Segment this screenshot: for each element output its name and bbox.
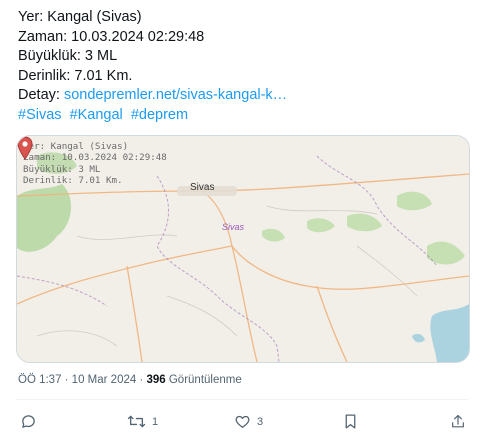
share-icon (452, 414, 464, 428)
post-line-detail: Detay: sondepremler.net/sivas-kangal-k… (18, 86, 468, 106)
overlay-location: Yer: Kangal (Sivas) (23, 141, 129, 152)
overlay-time: Zaman: 10.03.2024 02:29:48 (23, 152, 167, 164)
overlay-magnitude: Büyüklük: 3 ML (23, 163, 101, 175)
bookmark-button[interactable] (343, 413, 358, 430)
detail-label: Detay: (18, 87, 64, 103)
map-image-card[interactable]: Yer: Kangal (Sivas) Zaman: 10.03.2024 02… (16, 135, 470, 363)
post-line-magnitude: Büyüklük: 3 ML (18, 48, 118, 64)
detail-link[interactable]: sondepremler.net/sivas-kangal-k… (64, 87, 287, 103)
reply-icon (22, 415, 35, 428)
retweet-count: 1 (152, 415, 159, 428)
post-meta: ÖÖ 1:37 · 10 Mar 2024 · 396 Görüntülenme (18, 374, 242, 386)
bookmark-icon (345, 414, 356, 429)
like-count: 3 (257, 415, 264, 428)
map-city-label: Sivas (190, 182, 215, 193)
like-button[interactable]: 3 (234, 413, 263, 430)
post-line-depth: Derinlik: 7.01 Km. (18, 67, 133, 84)
post-text: Yer: Kangal (Sivas) Zaman: 10.03.2024 02… (18, 8, 468, 125)
hashtag-kangal[interactable]: #Kangal (70, 107, 123, 123)
views-count: 396 (146, 374, 166, 386)
action-divider (16, 399, 468, 400)
location-pin-icon (17, 136, 33, 160)
map-overlay-text: Yer: Kangal (Sivas) Zaman: 10.03.2024 02… (23, 141, 167, 187)
hashtag-sivas[interactable]: #Sivas (18, 107, 62, 123)
post-timestamp[interactable]: ÖÖ 1:37 · 10 Mar 2024 · (18, 374, 146, 386)
map-region-label: Sivas (222, 222, 245, 232)
reply-button[interactable] (20, 413, 37, 430)
hashtags: #Sivas #Kangal #deprem (18, 106, 468, 126)
views-label: Görüntülenme (165, 374, 242, 386)
retweet-icon (127, 415, 146, 428)
overlay-depth: Derinlik: 7.01 Km. (23, 175, 123, 187)
share-button[interactable] (450, 413, 466, 430)
post-line-time: Zaman: 10.03.2024 02:29:48 (18, 28, 205, 45)
heart-icon (235, 415, 250, 428)
hashtag-deprem[interactable]: #deprem (131, 107, 188, 123)
post-line-location: Yer: Kangal (Sivas) (18, 9, 142, 25)
retweet-button[interactable]: 1 (127, 413, 158, 430)
